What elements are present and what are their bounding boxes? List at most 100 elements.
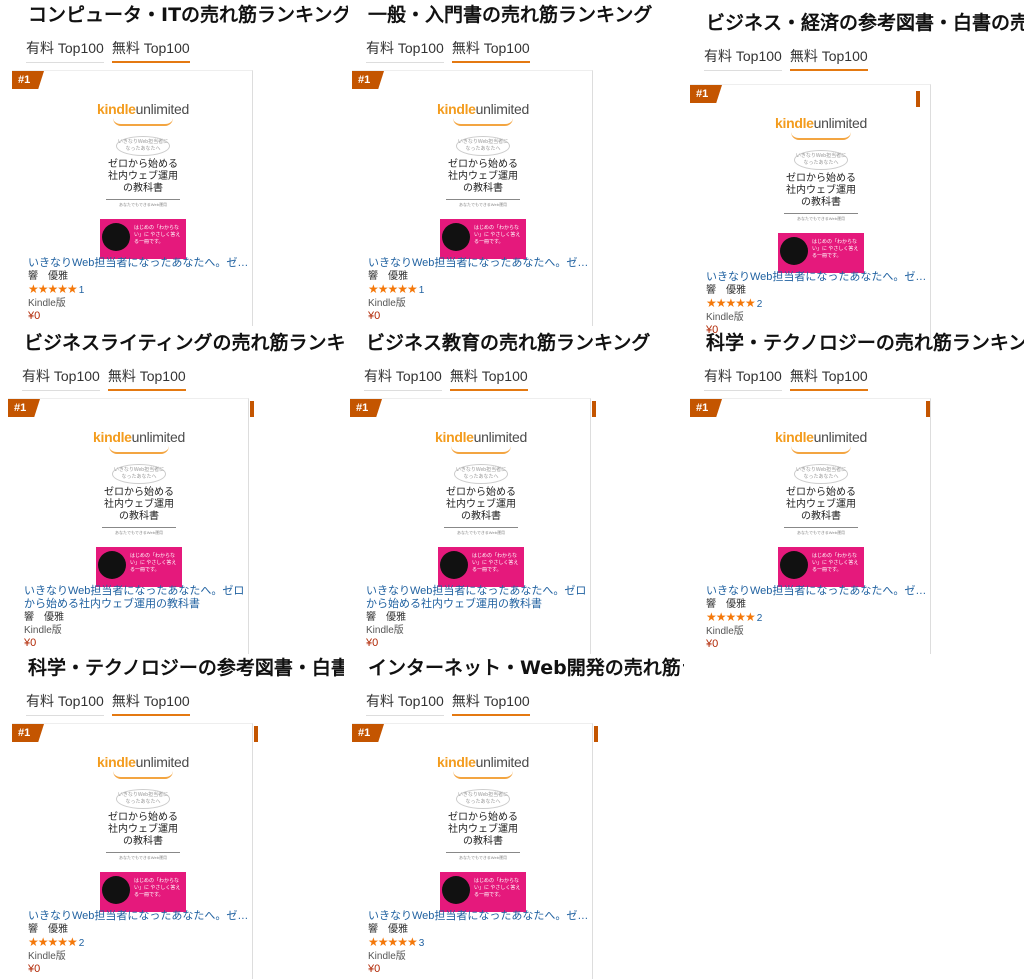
product-title-link[interactable]: いきなりWeb担当者になったあなたへ。ゼロから始める社内ウェブ運用の教科書 [24,585,252,611]
smile-swoosh-icon [113,118,173,126]
tab-paid-top100[interactable]: 有料 Top100 [364,366,442,391]
cover-badge-circle [780,551,808,579]
rating-row[interactable]: ★★★★★ 2 [706,611,934,625]
rating-row[interactable]: ★★★★★ 1 [28,283,256,297]
kindle-unlimited-logo-kindle: kindle [437,754,476,770]
tab-free-top100[interactable]: 無料 Top100 [789,46,868,71]
product-title-link[interactable]: いきなりWeb担当者になったあなたへ。ゼロ… [706,585,934,598]
tab-free-top100[interactable]: 無料 Top100 [107,366,186,391]
rating-row[interactable]: ★★★★★ 1 [368,283,596,297]
product-card[interactable]: #1 kindleunlimited いきなりWeb担当者になったあなたへ ゼロ… [8,398,254,654]
rating-row[interactable]: ★★★★★ 2 [706,297,934,311]
tab-paid-top100[interactable]: 有料 Top100 [26,38,104,63]
section-title: コンピュータ・ITの売れ筋ランキング [28,4,348,26]
tab-paid-top100[interactable]: 有料 Top100 [366,38,444,63]
cover-speech-bubble: いきなりWeb担当者になったあなたへ [116,136,170,156]
kindle-unlimited-logo-kindle: kindle [775,115,814,131]
kindle-unlimited-logo-unlimited: unlimited [813,115,868,131]
product-title-link[interactable]: いきなりWeb担当者になったあなたへ。ゼロ… [28,257,256,270]
tab-free-top100[interactable]: 無料 Top100 [451,38,530,63]
rank-badge: #1 [690,399,722,417]
section-title: 一般・入門書の売れ筋ランキング [368,4,653,26]
star-rating-icon[interactable]: ★★★★★ [28,935,78,949]
rating-row[interactable]: ★★★★★ 3 [368,936,596,950]
cover-badge-circle [780,237,808,265]
star-rating-icon[interactable]: ★★★★★ [706,610,756,624]
product-card[interactable]: #1 kindleunlimited いきなりWeb担当者になったあなたへ ゼロ… [12,70,256,326]
product-card[interactable]: #1 kindleunlimited いきなりWeb担当者になったあなたへ ゼロ… [690,398,934,654]
next-item-edge [916,91,920,107]
product-info: いきなりWeb担当者になったあなたへ。ゼロ… 響 優雅 ★★★★★ 2 Kindl… [28,910,256,976]
product-price: ¥0 [368,963,381,975]
review-count-link[interactable]: 3 [419,938,425,949]
product-card[interactable]: #1 kindleunlimited いきなりWeb担当者になったあなたへ ゼロ… [12,723,258,979]
cover-pink-band: はじめの「わからない」に やさしく答える一冊です。 [438,547,524,587]
book-cover-image[interactable]: kindleunlimited いきなりWeb担当者になったあなたへ ゼロから始… [418,754,548,914]
book-cover-image[interactable]: kindleunlimited いきなりWeb担当者になったあなたへ ゼロから始… [416,429,546,589]
rank-badge: #1 [12,724,44,742]
tab-free-top100[interactable]: 無料 Top100 [789,366,868,391]
tab-paid-top100[interactable]: 有料 Top100 [22,366,100,391]
review-count-link[interactable]: 2 [757,613,763,624]
product-title-link[interactable]: いきなりWeb担当者になったあなたへ。ゼロ… [28,910,256,923]
rating-row[interactable]: ★★★★★ 2 [28,936,256,950]
ranking-tabs: 有料 Top100 無料 Top100 [366,38,530,63]
section-title: ビジネス・経済の参考図書・白書の売れ筋 [706,12,1024,34]
tab-free-top100[interactable]: 無料 Top100 [111,691,190,716]
smile-swoosh-icon [791,132,851,140]
product-title-link[interactable]: いきなりWeb担当者になったあなたへ。ゼロ… [368,257,596,270]
ranking-tabs: 有料 Top100 無料 Top100 [26,38,190,63]
product-card[interactable]: #1 kindleunlimited いきなりWeb担当者になったあなたへ ゼロ… [690,84,934,340]
star-rating-icon[interactable]: ★★★★★ [368,282,418,296]
product-price: ¥0 [28,963,41,975]
book-cover-image[interactable]: kindleunlimited いきなりWeb担当者になったあなたへ ゼロから始… [78,754,208,914]
next-item-edge [592,401,596,417]
review-count-link[interactable]: 2 [79,938,85,949]
star-rating-icon[interactable]: ★★★★★ [368,935,418,949]
kindle-unlimited-logo: kindleunlimited [78,101,208,117]
cover-speech-bubble: いきなりWeb担当者になったあなたへ [794,464,848,484]
tab-paid-top100[interactable]: 有料 Top100 [26,691,104,716]
product-title-link[interactable]: いきなりWeb担当者になったあなたへ。ゼロ… [706,271,934,284]
product-title-link[interactable]: いきなりWeb担当者になったあなたへ。ゼロ… [368,910,596,923]
cover-badge-circle [102,876,130,904]
product-title-link[interactable]: いきなりWeb担当者になったあなたへ。ゼロから始める社内ウェブ運用の教科書 [366,585,594,611]
product-author: 響 優雅 [366,612,406,623]
cover-divider [446,852,520,853]
product-price: ¥0 [28,310,41,322]
tab-paid-top100[interactable]: 有料 Top100 [366,691,444,716]
review-count-link[interactable]: 1 [419,285,425,296]
tab-free-top100[interactable]: 無料 Top100 [451,691,530,716]
product-info: いきなりWeb担当者になったあなたへ。ゼロ… 響 優雅 ★★★★★ 1 Kindl… [368,257,596,323]
tab-paid-top100[interactable]: 有料 Top100 [704,366,782,391]
book-cover-image[interactable]: kindleunlimited いきなりWeb担当者になったあなたへ ゼロから始… [756,115,886,275]
book-cover-image[interactable]: kindleunlimited いきなりWeb担当者になったあなたへ ゼロから始… [418,101,548,261]
book-cover-image[interactable]: kindleunlimited いきなりWeb担当者になったあなたへ ゼロから始… [756,429,886,589]
product-card[interactable]: #1 kindleunlimited いきなりWeb担当者になったあなたへ ゼロ… [352,723,598,979]
tab-paid-top100[interactable]: 有料 Top100 [704,46,782,71]
star-rating-icon[interactable]: ★★★★★ [28,282,78,296]
kindle-unlimited-logo-kindle: kindle [97,101,136,117]
review-count-link[interactable]: 2 [757,299,763,310]
product-card[interactable]: #1 kindleunlimited いきなりWeb担当者になったあなたへ ゼロ… [350,398,596,654]
kindle-unlimited-logo: kindleunlimited [416,429,546,445]
cover-pink-band: はじめの「わからない」に やさしく答える一冊です。 [100,219,186,259]
book-cover-image[interactable]: kindleunlimited いきなりWeb担当者になったあなたへ ゼロから始… [78,101,208,261]
rank-badge: #1 [352,71,384,89]
cover-band-text: はじめの「わからない」に やさしく答える一冊です。 [134,225,181,245]
tab-free-top100[interactable]: 無料 Top100 [111,38,190,63]
smile-swoosh-icon [453,118,513,126]
tab-free-top100[interactable]: 無料 Top100 [449,366,528,391]
product-card[interactable]: #1 kindleunlimited いきなりWeb担当者になったあなたへ ゼロ… [352,70,596,326]
cover-book-title: ゼロから始める 社内ウェブ運用 の教科書 [446,487,516,522]
kindle-unlimited-logo-unlimited: unlimited [135,754,190,770]
cover-pink-band: はじめの「わからない」に やさしく答える一冊です。 [100,872,186,912]
cover-divider [446,199,520,200]
cover-speech-bubble: いきなりWeb担当者になったあなたへ [112,464,166,484]
book-cover-image[interactable]: kindleunlimited いきなりWeb担当者になったあなたへ ゼロから始… [74,429,204,589]
rank-badge: #1 [352,724,384,742]
cover-speech-bubble: いきなりWeb担当者になったあなたへ [456,789,510,809]
smile-swoosh-icon [451,446,511,454]
review-count-link[interactable]: 1 [79,285,85,296]
star-rating-icon[interactable]: ★★★★★ [706,296,756,310]
